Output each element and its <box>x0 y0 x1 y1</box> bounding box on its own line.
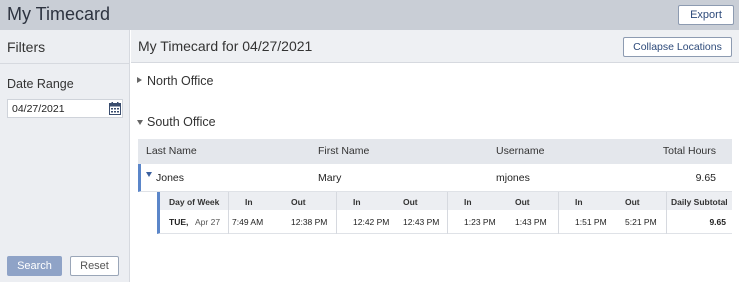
cell-total-hours: 9.65 <box>695 172 716 184</box>
divider <box>0 63 130 64</box>
divider <box>447 192 448 234</box>
search-button[interactable]: Search <box>7 256 62 276</box>
divider <box>558 192 559 234</box>
reset-button[interactable]: Reset <box>70 256 119 276</box>
time-out: 12:43 PM <box>403 217 440 227</box>
time-out: 12:38 PM <box>291 217 328 227</box>
time-in: 7:49 AM <box>232 217 264 227</box>
chevron-right-icon <box>137 77 142 83</box>
collapse-locations-button[interactable]: Collapse Locations <box>623 37 732 57</box>
main-header: My Timecard for 04/27/2021 Collapse Loca… <box>131 30 739 63</box>
column-out: Out <box>403 197 418 207</box>
divider <box>666 192 667 234</box>
page-title: My Timecard for 04/27/2021 <box>138 38 313 54</box>
date-range-label: Date Range <box>7 77 74 91</box>
time-in: 1:23 PM <box>464 217 496 227</box>
column-day-of-week: Day of Week <box>169 197 220 207</box>
calendar-icon[interactable] <box>109 102 121 115</box>
column-out: Out <box>291 197 306 207</box>
day-of-week: TUE, <box>169 217 189 227</box>
filters-sidebar: Filters Date Range 04/27/2021 Search Res… <box>0 30 130 282</box>
chevron-down-icon <box>137 120 143 125</box>
divider <box>228 192 229 234</box>
filters-title: Filters <box>7 39 46 55</box>
date-range-value: 04/27/2021 <box>12 103 65 115</box>
time-out: 5:21 PM <box>625 217 657 227</box>
app-title: My Timecard <box>7 4 111 24</box>
divider <box>336 192 337 234</box>
column-first-name[interactable]: First Name <box>318 145 369 157</box>
column-in: In <box>353 197 361 207</box>
chevron-down-icon[interactable] <box>146 172 152 177</box>
column-out: Out <box>515 197 530 207</box>
day-date: Apr 27 <box>195 217 221 227</box>
top-bar: My Timecard Export <box>0 0 739 30</box>
column-in: In <box>575 197 583 207</box>
detail-header: Day of Week In Out In Out In Out In Out … <box>160 192 732 210</box>
cell-username: mjones <box>496 172 530 184</box>
column-daily-subtotal: Daily Subtotal <box>671 197 728 207</box>
time-in: 12:42 PM <box>353 217 390 227</box>
time-in: 1:51 PM <box>575 217 607 227</box>
cell-last-name: Jones <box>156 172 185 184</box>
date-range-input[interactable]: 04/27/2021 <box>7 99 123 118</box>
column-last-name[interactable]: Last Name <box>146 145 197 157</box>
location-label: South Office <box>147 115 216 129</box>
column-in: In <box>245 197 253 207</box>
export-button[interactable]: Export <box>678 5 734 25</box>
location-label: North Office <box>147 74 214 88</box>
table-row[interactable]: Jones Mary mjones 9.65 <box>138 164 732 192</box>
column-in: In <box>464 197 472 207</box>
column-total-hours[interactable]: Total Hours <box>663 145 716 157</box>
column-out: Out <box>625 197 640 207</box>
grid-header: Last Name First Name Username Total Hour… <box>138 139 732 164</box>
cell-first-name: Mary <box>318 172 342 184</box>
daily-subtotal: 9.65 <box>709 217 726 227</box>
timecard-detail: Day of Week In Out In Out In Out In Out … <box>157 192 732 234</box>
detail-row: TUE, Apr 27 7:49 AM 12:38 PM 12:42 PM 12… <box>160 210 732 234</box>
time-out: 1:43 PM <box>515 217 547 227</box>
column-username[interactable]: Username <box>496 145 544 157</box>
